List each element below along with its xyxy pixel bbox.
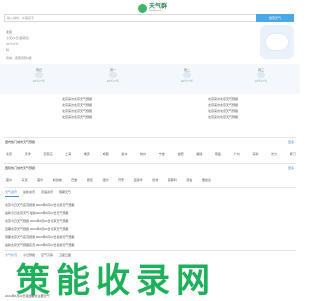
intl-cities-list: 首尔 东京 首尔 新加坡 巴黎 悉尼 纽约 开罗 温哥华 伦敦 莫斯科 曼谷 雅…	[6, 178, 211, 182]
news-item[interactable]: 北京今日天气预报 2024年6月22日北京天气预报	[5, 219, 295, 227]
city-link[interactable]: 长沙	[271, 152, 277, 156]
news-tabs: 天气资讯 最新资讯 双语资讯 假期天气	[5, 190, 71, 194]
forecast-day[interactable]: 周日 22℃/7℃	[4, 68, 74, 86]
forecast-temp: 22℃/7℃	[106, 79, 120, 83]
logo-title: 天气群	[149, 3, 168, 10]
hot-cities-title: 国内热门城市天气预报	[5, 140, 36, 144]
city-link[interactable]: 首尔	[37, 178, 43, 182]
city-link[interactable]: 厦门	[290, 152, 296, 156]
link-item[interactable]: 北京来访北京天气预报	[208, 115, 238, 121]
current-date: 今天22日(星期日)	[6, 36, 30, 40]
forecast-day[interactable]: 周二 22℃/7℃	[152, 68, 222, 86]
city-link[interactable]: 广州	[234, 152, 240, 156]
city-link[interactable]: 首尔	[6, 178, 12, 182]
current-condition: 晴	[6, 48, 10, 52]
city-link[interactable]: 上海	[65, 152, 71, 156]
intl-cities-more-link[interactable]: 更多	[288, 166, 294, 170]
search-button[interactable]: 搜索天气	[256, 14, 294, 22]
city-link[interactable]: 曼谷	[186, 178, 192, 182]
weather-icon	[35, 72, 43, 78]
active-tab-indicator	[5, 196, 19, 197]
city-link[interactable]: 北京	[6, 152, 12, 156]
tab-air-pollution[interactable]: 空气污染	[41, 253, 53, 257]
site-logo[interactable]: 天气群 tianqiqun.com	[138, 2, 170, 14]
city-link[interactable]: 福建	[196, 152, 202, 156]
divider	[4, 137, 296, 138]
weather-icon	[257, 72, 265, 78]
tab-weather-news[interactable]: 天气资讯	[5, 190, 17, 194]
divider	[4, 187, 296, 188]
logo-text: 天气群 tianqiqun.com	[149, 4, 167, 13]
city-link[interactable]: 温哥华	[134, 178, 143, 182]
news-list: 北京今日天气实况观测 2024年6月22日北京天气预报 最新今日北京天气 最新2…	[5, 203, 295, 251]
city-link[interactable]: 宁波	[159, 152, 165, 156]
city-link[interactable]: 南昌	[215, 152, 221, 156]
city-link[interactable]: 开罗	[118, 178, 124, 182]
weather-icon	[183, 72, 191, 78]
current-wind: 风向：西南风转3级	[6, 56, 32, 60]
city-link[interactable]: 伦敦	[152, 178, 158, 182]
tab-satellite[interactable]: 卫星云图	[59, 253, 71, 257]
city-link[interactable]: 杭州	[140, 152, 146, 156]
city-link[interactable]: 巴黎	[71, 178, 77, 182]
city-link[interactable]: 天津	[25, 152, 31, 156]
city-link[interactable]: 深圳	[252, 152, 258, 156]
forecast-temp: 22℃/7℃	[254, 79, 268, 83]
link-item[interactable]: 北京来访北京天气预报	[62, 115, 208, 121]
news-item[interactable]: 最新今日北京天气 最新2024年6月22日天气预报	[5, 211, 295, 219]
tab-conditions[interactable]: 大气状况	[5, 253, 17, 257]
news-item[interactable]: 北京今日天气实况观测 2024年6月22日北京天气预报	[5, 203, 295, 211]
bottom-news-item[interactable]: 2024年6月22日我国各省主要天气	[5, 294, 50, 298]
city-link[interactable]: 莫斯科	[168, 178, 177, 182]
forecast-day-name: 周三	[257, 68, 264, 72]
city-link[interactable]: 雅加达	[202, 178, 211, 182]
forecast-temp: 22℃/7℃	[180, 79, 194, 83]
link-list: 北京来访北京天气预报 北京来访北京天气预报 北京来访北京天气预报 北京来访北京天气预…	[0, 97, 300, 121]
current-city: 北京	[6, 30, 13, 34]
logo-icon	[138, 3, 147, 13]
city-link[interactable]: 成都	[103, 152, 109, 156]
city-link[interactable]: 悉尼	[87, 178, 93, 182]
city-link[interactable]: 合肥	[177, 152, 183, 156]
divider	[4, 250, 296, 251]
forecast-day[interactable]: 周三 22℃/7℃	[226, 68, 296, 86]
city-link[interactable]: 贵州	[121, 152, 127, 156]
city-link[interactable]: 东京	[22, 178, 28, 182]
search-placeholder: 输入城市、乡镇名字	[7, 16, 35, 20]
forecast-day-name: 周日	[35, 68, 42, 72]
forecast-day-name: 周二	[183, 68, 190, 72]
hot-cities-more-link[interactable]: 更多	[288, 140, 294, 144]
current-temp: 22℃/7℃	[6, 42, 19, 46]
weather-icon	[109, 72, 117, 78]
news-item[interactable]: 近期北京天气预报 2024年6月22日北京天气预报	[5, 227, 295, 235]
divider	[4, 163, 296, 164]
hot-cities-list: 北京 天津 石家庄 上海 重庆 成都 贵州 杭州 宁波 合肥 福建 南昌 广州 …	[6, 152, 296, 156]
city-link[interactable]: 重庆	[84, 152, 90, 156]
city-link[interactable]: 纽约	[102, 178, 108, 182]
forecast-day[interactable]: 周一 22℃/7℃	[78, 68, 148, 86]
news-item[interactable]: 现都北京天气实况观测 2024年6月22日最新天气预报	[5, 235, 295, 243]
tab-bilingual-news[interactable]: 双语资讯	[41, 190, 53, 194]
tab-holiday-weather[interactable]: 假期天气	[59, 190, 71, 194]
forecast-temp: 22℃/7℃	[32, 79, 46, 83]
bottom-tabs: 大气状况 今日预报 空气污染 卫星云图	[5, 253, 71, 257]
tab-today-forecast[interactable]: 今日预报	[23, 253, 35, 257]
city-link[interactable]: 石家庄	[43, 152, 52, 156]
city-link[interactable]: 新加坡	[53, 178, 62, 182]
forecast-row: 周日 22℃/7℃ 周一 22℃/7℃ 周二 22℃/7℃ 周三 22℃/7℃	[2, 68, 298, 86]
logo-subtitle: tianqiqun.com	[149, 9, 162, 12]
intl-cities-title: 国际热门城市天气预报	[5, 166, 36, 170]
tab-latest-news[interactable]: 最新资讯	[23, 190, 35, 194]
search-input[interactable]: 输入城市、乡镇名字	[4, 14, 274, 22]
forecast-day-name: 周一	[109, 68, 116, 72]
cloud-icon	[266, 34, 288, 50]
